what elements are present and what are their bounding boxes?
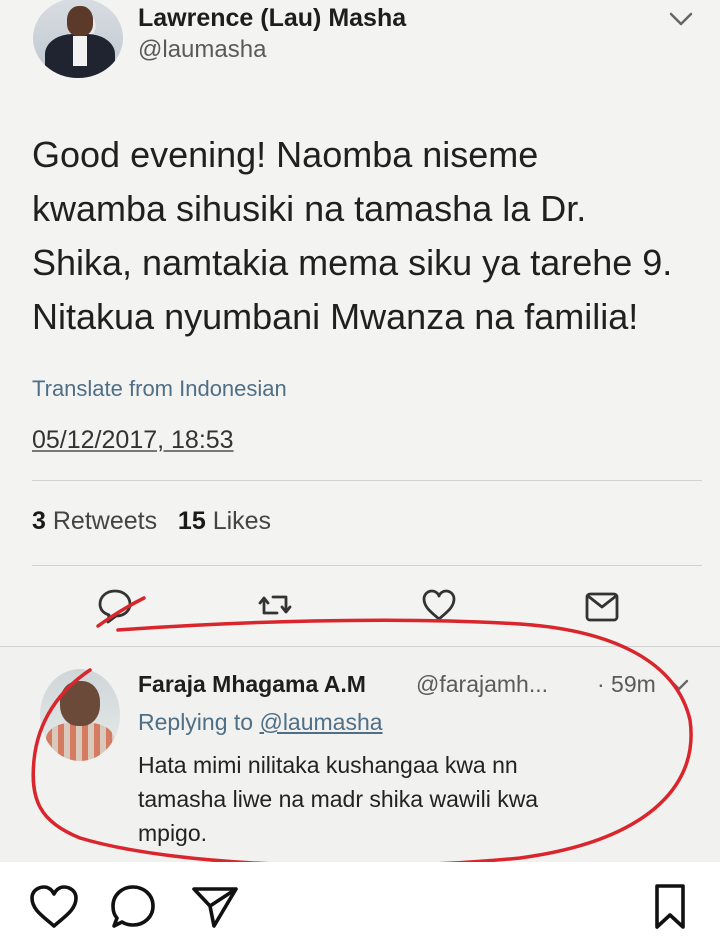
bookmark-icon[interactable] — [652, 882, 688, 932]
retweets-count[interactable]: 3 — [32, 507, 46, 535]
replying-mention[interactable]: @laumasha — [259, 709, 382, 735]
reply-line: Hata mimi nilitaka kushangaa kwa nn — [138, 752, 518, 778]
retweets-label[interactable]: Retweets — [53, 507, 157, 535]
author-name[interactable]: Lawrence (Lau) Masha — [138, 4, 406, 33]
reply-author-name[interactable]: Faraja Mhagama A.M — [138, 671, 366, 698]
likes-count[interactable]: 15 — [178, 507, 206, 535]
retweet-icon[interactable] — [255, 585, 295, 625]
instagram-action-bar — [0, 862, 720, 950]
comment-icon[interactable] — [108, 882, 158, 932]
heart-icon[interactable] — [28, 884, 80, 930]
tweet-stats: 3 Retweets 15 Likes — [32, 507, 271, 536]
translate-link[interactable]: Translate from Indonesian — [32, 376, 287, 402]
replying-prefix: Replying to — [138, 709, 254, 735]
divider — [32, 565, 702, 566]
like-icon[interactable] — [419, 585, 459, 625]
reply-line: mpigo. — [138, 820, 208, 846]
chevron-down-icon[interactable] — [668, 10, 694, 28]
reply-author-handle[interactable]: @farajamh... — [416, 671, 548, 698]
tweet-screenshot: Lawrence (Lau) Masha @laumasha Good even… — [0, 0, 720, 862]
tweet-line: kwamba sihusiki na tamasha la Dr. — [32, 188, 587, 229]
author-handle[interactable]: @laumasha — [138, 36, 266, 64]
tweet-text: Good evening! Naomba niseme kwamba sihus… — [32, 128, 692, 344]
tweet-line: Shika, namtakia mema siku ya tarehe 9. — [32, 242, 673, 283]
share-icon[interactable] — [582, 587, 622, 627]
tweet-line: Nitakua nyumbani Mwanza na familia! — [32, 296, 639, 337]
chevron-down-icon[interactable] — [668, 677, 690, 693]
reply-icon[interactable] — [95, 585, 135, 625]
reply-text: Hata mimi nilitaka kushangaa kwa nn tama… — [138, 748, 698, 850]
tweet-timestamp[interactable]: 05/12/2017, 18:53 — [32, 426, 234, 455]
replying-to: Replying to @laumasha — [138, 709, 383, 736]
reply-line: tamasha liwe na madr shika wawili kwa — [138, 786, 539, 812]
reply-time: · 59m — [597, 671, 656, 697]
divider — [32, 480, 702, 481]
tweet-line: Good evening! Naomba niseme — [32, 134, 539, 175]
likes-label[interactable]: Likes — [213, 507, 271, 535]
author-avatar[interactable] — [33, 0, 123, 78]
reply-avatar[interactable] — [40, 669, 120, 761]
send-icon[interactable] — [190, 884, 240, 930]
